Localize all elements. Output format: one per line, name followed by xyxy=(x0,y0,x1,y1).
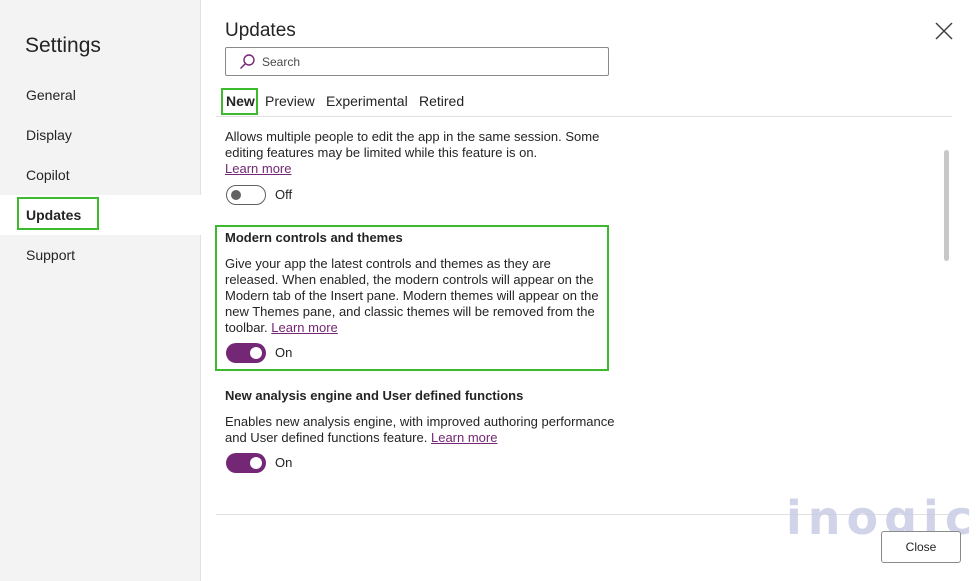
tab-preview[interactable]: Preview xyxy=(265,89,315,113)
tab-experimental[interactable]: Experimental xyxy=(326,89,408,113)
search-box xyxy=(225,47,609,76)
search-input[interactable] xyxy=(262,52,592,72)
sidebar-item-copilot[interactable]: Copilot xyxy=(0,155,201,195)
learn-more-link[interactable]: Learn more xyxy=(271,320,337,335)
feature-title-analysis-engine: New analysis engine and User defined fun… xyxy=(225,388,524,403)
toggle-collaboration[interactable] xyxy=(226,185,266,205)
settings-sidebar: Settings General Display Copilot Updates… xyxy=(0,0,201,581)
sidebar-item-updates[interactable]: Updates xyxy=(0,195,201,235)
toggle-analysis-engine[interactable] xyxy=(226,453,266,473)
page-title: Updates xyxy=(225,20,296,41)
learn-more-link[interactable]: Learn more xyxy=(225,161,291,176)
toggle-state-label: On xyxy=(275,345,293,360)
feature-description-collaboration: Allows multiple people to edit the app i… xyxy=(225,129,600,176)
feature-title-modern-controls: Modern controls and themes xyxy=(225,230,403,245)
toggle-knob xyxy=(231,190,241,200)
tab-new[interactable]: New xyxy=(226,89,255,113)
toggle-modern-controls[interactable] xyxy=(226,343,266,363)
feature-description-analysis-engine: Enables new analysis engine, with improv… xyxy=(225,414,615,445)
search-icon xyxy=(238,53,256,71)
close-button[interactable]: Close xyxy=(881,531,961,563)
sidebar-item-support[interactable]: Support xyxy=(0,235,201,275)
feature-description-modern-controls: Give your app the latest controls and th… xyxy=(225,256,599,335)
toggle-knob xyxy=(250,457,262,469)
close-icon[interactable] xyxy=(933,20,955,42)
toggle-state-label: On xyxy=(275,455,293,470)
sidebar-title: Settings xyxy=(25,34,101,57)
sidebar-item-display[interactable]: Display xyxy=(0,115,201,155)
learn-more-link[interactable]: Learn more xyxy=(431,430,497,445)
scrollbar-thumb[interactable] xyxy=(944,150,949,261)
sidebar-item-general[interactable]: General xyxy=(0,75,201,115)
toggle-state-label: Off xyxy=(275,187,293,202)
features-list[interactable]: Allows multiple people to edit the app i… xyxy=(216,117,940,515)
tab-retired[interactable]: Retired xyxy=(419,89,464,113)
toggle-knob xyxy=(250,347,262,359)
